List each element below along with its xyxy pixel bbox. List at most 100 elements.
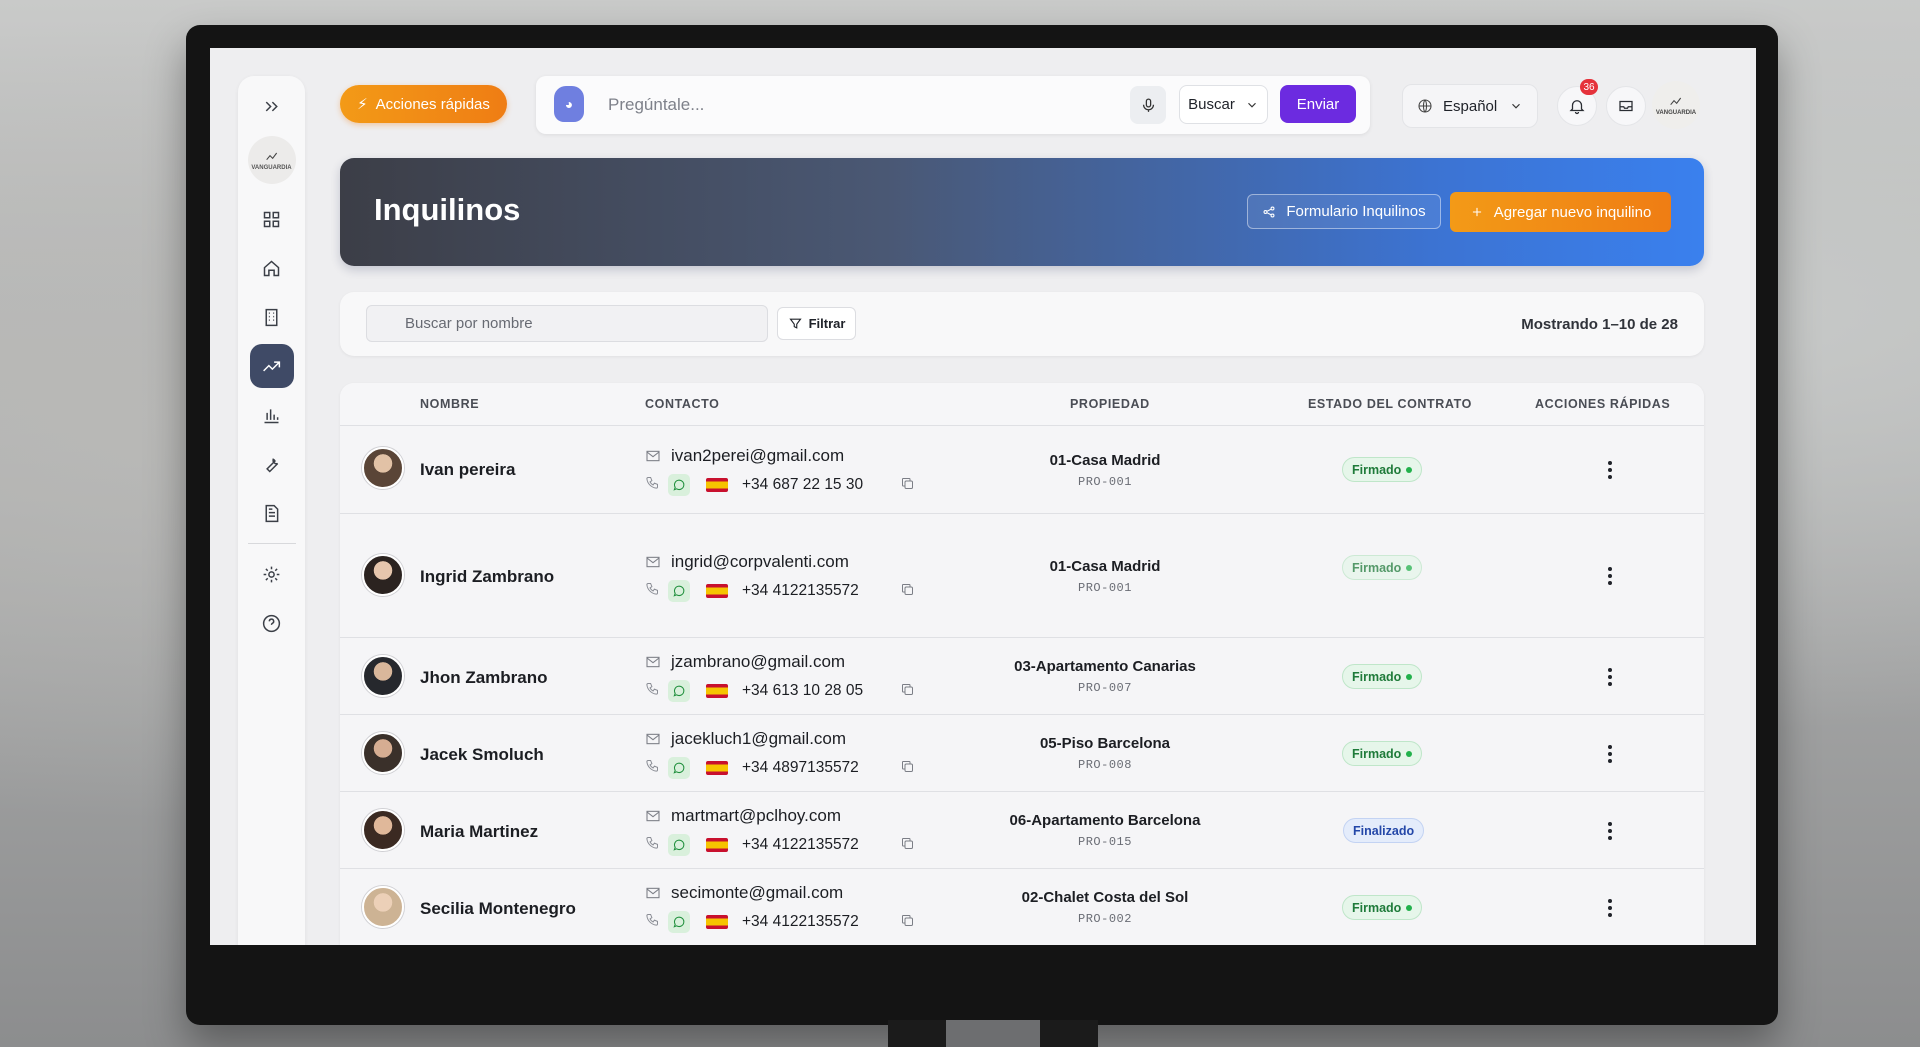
expand-sidebar-button[interactable]: [250, 84, 294, 128]
tenant-property: 03-Apartamento Canarias PRO-007: [960, 658, 1250, 695]
tenant-phone-text: +34 4122135572: [742, 836, 859, 853]
user-avatar[interactable]: VANGUARDIA: [1652, 81, 1700, 129]
tenant-email[interactable]: ingrid@corpvalenti.com: [645, 552, 849, 572]
phone-icon[interactable]: [645, 581, 660, 601]
table-row[interactable]: Jacek Smoluch jacekluch1@gmail.com +34 4…: [340, 715, 1704, 792]
sidebar-item-reports[interactable]: [250, 393, 294, 437]
row-actions-menu-icon[interactable]: [1600, 744, 1620, 764]
mail-icon: [646, 887, 660, 899]
results-count: Mostrando 1–10 de 28: [1521, 316, 1678, 333]
sidebar: VANGUARDIA: [238, 76, 305, 972]
table-row[interactable]: Ingrid Zambrano ingrid@corpvalenti.com +…: [340, 514, 1704, 638]
row-actions-menu-icon[interactable]: [1600, 566, 1620, 586]
sidebar-item-settings[interactable]: [250, 552, 294, 596]
column-header-contact[interactable]: CONTACTO: [645, 397, 719, 411]
notifications-button[interactable]: 36: [1557, 79, 1598, 126]
microphone-icon: [1142, 97, 1154, 112]
mail-icon: [646, 556, 660, 568]
document-icon: [265, 504, 279, 522]
phone-icon[interactable]: [645, 912, 660, 932]
ask-input[interactable]: [608, 92, 1108, 118]
sidebar-item-dashboard[interactable]: [250, 197, 294, 241]
tenant-email[interactable]: ivan2perei@gmail.com: [645, 446, 844, 466]
property-code: PRO-001: [1078, 475, 1132, 489]
tenant-form-button[interactable]: Formulario Inquilinos: [1247, 194, 1441, 229]
tenant-email-text: ivan2perei@gmail.com: [671, 446, 845, 465]
copy-icon[interactable]: [900, 759, 915, 779]
tenant-name: Secilia Montenegro: [420, 899, 576, 918]
mail-icon: [646, 810, 660, 822]
whatsapp-icon[interactable]: [668, 834, 690, 856]
contract-status-badge: Firmado: [1342, 664, 1423, 689]
tenant-property: 02-Chalet Costa del Sol PRO-002: [960, 889, 1250, 926]
assistant-mascot-icon: ◕: [554, 86, 584, 122]
contract-status-badge: Firmado: [1342, 741, 1423, 766]
tenant-avatar: [362, 886, 404, 928]
sidebar-item-home[interactable]: [250, 246, 294, 290]
building-icon: [265, 308, 278, 326]
page-title: Inquilinos: [374, 192, 521, 227]
copy-icon[interactable]: [900, 582, 915, 602]
column-header-contract-status[interactable]: ESTADO DEL CONTRATO: [1308, 397, 1472, 411]
table-row[interactable]: Secilia Montenegro secimonte@gmail.com +…: [340, 869, 1704, 946]
sidebar-divider: [247, 543, 296, 544]
table-row[interactable]: Jhon Zambrano jzambrano@gmail.com +34 61…: [340, 638, 1704, 715]
send-button[interactable]: Enviar: [1280, 85, 1356, 123]
sidebar-item-help[interactable]: [250, 601, 294, 645]
sidebar-item-documents[interactable]: [250, 491, 294, 535]
tenant-phone-text: +34 613 10 28 05: [742, 682, 864, 699]
whatsapp-icon[interactable]: [668, 911, 690, 933]
microphone-button[interactable]: [1130, 86, 1166, 124]
row-actions-menu-icon[interactable]: [1600, 898, 1620, 918]
copy-icon[interactable]: [900, 682, 915, 702]
sidebar-brand-logo[interactable]: VANGUARDIA: [247, 136, 296, 184]
gear-icon: [263, 566, 280, 582]
tenant-email[interactable]: martmart@pclhoy.com: [645, 806, 841, 826]
sidebar-item-properties[interactable]: [250, 295, 294, 339]
add-tenant-button[interactable]: Agregar nuevo inquilino: [1450, 192, 1671, 232]
whatsapp-icon[interactable]: [668, 474, 690, 496]
monitor-bezel-bottom: [210, 945, 1756, 972]
whatsapp-icon[interactable]: [668, 680, 690, 702]
filter-label: Filtrar: [808, 316, 846, 331]
language-selector[interactable]: Español: [1402, 84, 1538, 128]
brand-mark-icon: [1670, 97, 1682, 106]
home-icon: [263, 260, 280, 276]
column-header-property[interactable]: PROPIEDAD: [1070, 397, 1150, 411]
table-row[interactable]: Ivan pereira ivan2perei@gmail.com +34 68…: [340, 426, 1704, 514]
tenant-avatar: [362, 732, 404, 774]
row-actions-menu-icon[interactable]: [1600, 821, 1620, 841]
phone-icon[interactable]: [645, 758, 660, 778]
row-actions-menu-icon[interactable]: [1600, 667, 1620, 687]
name-search-input[interactable]: [366, 305, 768, 342]
sidebar-item-tenants[interactable]: [249, 344, 294, 388]
copy-icon[interactable]: [900, 836, 915, 856]
quick-actions-button[interactable]: ⚡ Acciones rápidas: [340, 85, 507, 123]
table-row[interactable]: Maria Martinez martmart@pclhoy.com +34 4…: [340, 792, 1704, 869]
tenant-property: 01-Casa Madrid PRO-001: [960, 558, 1250, 595]
filter-button[interactable]: Filtrar: [777, 307, 856, 340]
phone-icon[interactable]: [645, 681, 660, 701]
tenant-email[interactable]: jzambrano@gmail.com: [645, 652, 845, 672]
phone-icon[interactable]: [645, 475, 660, 495]
contract-status-badge: Firmado: [1342, 555, 1423, 580]
whatsapp-icon[interactable]: [668, 757, 690, 779]
search-mode-dropdown[interactable]: Buscar: [1179, 85, 1268, 124]
tenant-email-text: martmart@pclhoy.com: [671, 806, 841, 825]
chevron-down-icon: [1247, 102, 1256, 108]
tenant-email[interactable]: secimonte@gmail.com: [645, 883, 843, 903]
column-header-name[interactable]: NOMBRE: [420, 397, 479, 411]
phone-icon[interactable]: [645, 835, 660, 855]
copy-icon[interactable]: [900, 476, 915, 496]
inbox-button[interactable]: [1606, 86, 1646, 126]
copy-icon[interactable]: [900, 913, 915, 933]
tenant-phone-text: +34 4122135572: [742, 582, 859, 599]
column-header-quick-actions[interactable]: ACCIONES RÁPIDAS: [1535, 397, 1670, 411]
property-name: 03-Apartamento Canarias: [1014, 658, 1196, 675]
row-actions-menu-icon[interactable]: [1600, 460, 1620, 480]
tenant-phone-text: +34 4897135572: [742, 759, 859, 776]
tenant-name: Ingrid Zambrano: [420, 567, 555, 586]
whatsapp-icon[interactable]: [668, 580, 690, 602]
sidebar-item-maintenance[interactable]: [250, 442, 294, 486]
tenant-email[interactable]: jacekluch1@gmail.com: [645, 729, 846, 749]
